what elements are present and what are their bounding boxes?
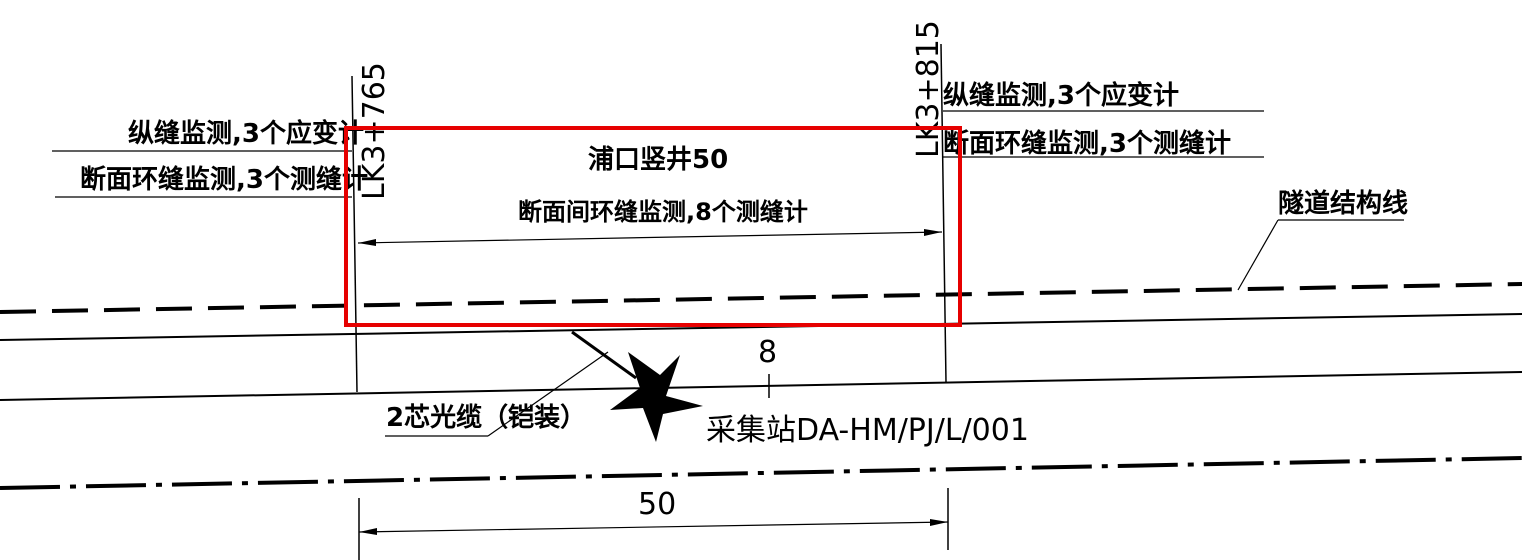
right-note-line2: 断面环缝监测,3个测缝计 (943, 128, 1231, 159)
dimension-arrow-right (924, 229, 942, 236)
cable-label: 2芯光缆（铠装） (386, 402, 586, 433)
bottom-arrow-right (930, 519, 948, 526)
dimension-arrow-left (358, 239, 376, 246)
right-note-line1: 纵缝监测,3个应变计 (943, 80, 1179, 111)
tunnel-lower-dashed-line (0, 456, 1522, 490)
interval-note: 断面间环缝监测,8个测缝计 (518, 198, 808, 226)
station-label: 采集站DA-HM/PJ/L/001 (706, 413, 1029, 448)
cad-drawing: LK3+765 LK3+815 纵缝监测,3个应变计 断面环缝监测,3个测缝计 … (0, 20, 1522, 560)
shaft-label: 浦口竖井50 (588, 144, 728, 175)
bottom-arrow-left (359, 528, 377, 535)
station-count: 8 (758, 335, 777, 370)
bottom-dimension-label: 50 (638, 487, 676, 522)
tunnel-structure-line (0, 282, 1522, 314)
tunnel-line-label: 隧道结构线 (1278, 188, 1408, 219)
left-note-line2: 断面环缝监测,3个测缝计 (80, 164, 368, 195)
left-note-line1: 纵缝监测,3个应变计 (128, 118, 364, 149)
tunnel-label-leader (1237, 219, 1279, 291)
chainage-label-right: LK3+815 (911, 20, 946, 158)
star-icon (610, 352, 703, 442)
bottom-dimension-line (358, 521, 949, 533)
interval-dimension-line (357, 231, 943, 244)
tunnel-inner-line-lower (0, 371, 1522, 401)
